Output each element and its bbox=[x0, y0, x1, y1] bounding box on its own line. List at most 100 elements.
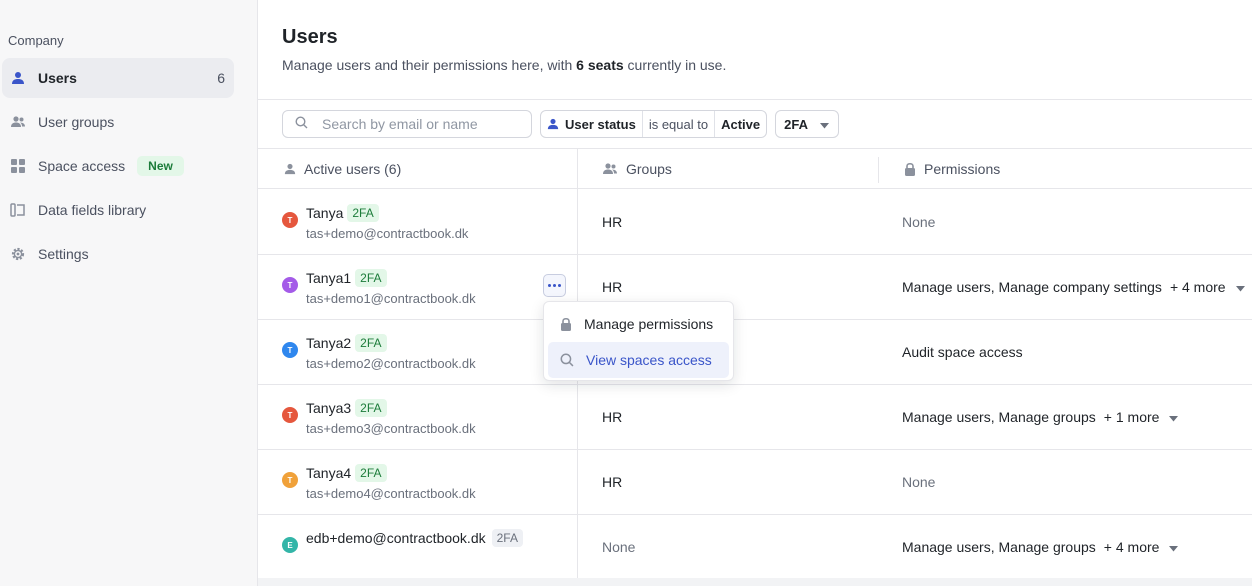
user-name-text: Tanya2 bbox=[306, 335, 352, 351]
user-email: tas+demo@contractbook.dk bbox=[306, 226, 469, 241]
search-icon bbox=[560, 353, 574, 367]
sidebar-item-user-groups[interactable]: User groups bbox=[2, 102, 234, 142]
gear-icon bbox=[10, 246, 26, 262]
permissions-cell: Audit space access bbox=[902, 344, 1023, 360]
search-input[interactable] bbox=[322, 116, 522, 132]
table-header: Active users (6) Groups Permissions bbox=[258, 149, 1252, 189]
user-email: tas+demo2@contractbook.dk bbox=[306, 356, 476, 371]
permissions-cell[interactable]: Manage users, Manage groups + 4 more bbox=[902, 515, 1179, 579]
user-status-filter[interactable]: User status is equal to Active bbox=[540, 110, 768, 138]
menu-item-view-spaces-access[interactable]: View spaces access bbox=[548, 342, 729, 378]
user-name: Tanya3 2FA bbox=[306, 399, 387, 417]
user-email: tas+demo3@contractbook.dk bbox=[306, 421, 476, 436]
avatar: T bbox=[282, 472, 298, 488]
users-count: 6 bbox=[217, 70, 225, 86]
sidebar-item-label: User groups bbox=[38, 114, 115, 130]
user-name-text: Tanya bbox=[306, 205, 344, 221]
table-row[interactable]: T Tanya1 2FA tas+demo1@contractbook.dk HR… bbox=[258, 255, 1252, 320]
groups-cell: HR bbox=[602, 214, 623, 230]
user-name: Tanya4 2FA bbox=[306, 464, 387, 482]
twofa-badge: 2FA bbox=[355, 464, 387, 482]
user-icon bbox=[284, 163, 296, 175]
page-subtitle: Manage users and their permissions here,… bbox=[282, 57, 726, 73]
column-header-groups[interactable]: Groups bbox=[602, 149, 672, 189]
users-icon bbox=[603, 163, 617, 174]
divider bbox=[258, 99, 1252, 100]
user-name: edb+demo@contractbook.dk 2FA bbox=[306, 529, 523, 547]
lock-icon bbox=[561, 317, 571, 331]
sidebar-item-label: Space access bbox=[38, 158, 126, 174]
menu-item-label: View spaces access bbox=[586, 352, 712, 368]
groups-cell: HR bbox=[602, 474, 623, 490]
column-header-label: Permissions bbox=[924, 161, 1001, 177]
user-name: Tanya1 2FA bbox=[306, 269, 387, 287]
user-name-text: Tanya3 bbox=[306, 400, 352, 416]
table-row[interactable]: T Tanya2 2FA tas+demo2@contractbook.dk Au… bbox=[258, 320, 1252, 385]
column-header-users[interactable]: Active users (6) bbox=[284, 149, 401, 189]
seats-count: 6 seats bbox=[576, 57, 624, 73]
groups-cell: None bbox=[602, 539, 636, 555]
filter-operator[interactable]: is equal to bbox=[641, 111, 714, 137]
table-row[interactable]: T Tanya3 2FA tas+demo3@contractbook.dk HR… bbox=[258, 385, 1252, 450]
lock-icon bbox=[905, 162, 915, 176]
sidebar-item-users[interactable]: Users 6 bbox=[2, 58, 234, 98]
avatar: T bbox=[282, 212, 298, 228]
user-icon bbox=[10, 70, 26, 86]
main-content: Users Manage users and their permissions… bbox=[258, 0, 1252, 586]
sidebar-item-space-access[interactable]: Space access New bbox=[2, 146, 234, 186]
more-horizontal-icon bbox=[548, 284, 561, 287]
page-title: Users bbox=[282, 26, 338, 48]
permissions-cell: None bbox=[902, 214, 936, 230]
caret-down-icon bbox=[1169, 409, 1179, 425]
user-name-text: Tanya4 bbox=[306, 465, 352, 481]
menu-item-manage-permissions[interactable]: Manage permissions bbox=[548, 306, 729, 342]
avatar: T bbox=[282, 277, 298, 293]
filter-field[interactable]: User status bbox=[541, 111, 642, 137]
user-email: tas+demo1@contractbook.dk bbox=[306, 291, 476, 306]
more-permissions: + 4 more bbox=[1169, 279, 1226, 295]
column-header-permissions[interactable]: Permissions bbox=[904, 149, 1000, 189]
twofa-filter-dropdown[interactable]: 2FA bbox=[775, 110, 839, 138]
toolbar: User status is equal to Active 2FA bbox=[282, 110, 839, 138]
sidebar-item-label: Users bbox=[38, 70, 77, 86]
table-row[interactable]: E edb+demo@contractbook.dk 2FA None Manag… bbox=[258, 515, 1252, 580]
sidebar-item-data-fields-library[interactable]: Data fields library bbox=[2, 190, 234, 230]
permissions-cell[interactable]: Manage users, Manage company settings + … bbox=[902, 255, 1245, 319]
library-icon bbox=[10, 202, 26, 218]
grid-icon bbox=[10, 158, 26, 174]
user-name: Tanya2 2FA bbox=[306, 334, 387, 352]
user-icon bbox=[547, 118, 559, 130]
menu-item-label: Manage permissions bbox=[584, 316, 714, 332]
subtitle-text: Manage users and their permissions here,… bbox=[282, 57, 577, 73]
sidebar-item-label: Data fields library bbox=[38, 202, 147, 218]
user-name-text: Tanya1 bbox=[306, 270, 352, 286]
avatar: T bbox=[282, 407, 298, 423]
twofa-badge: 2FA bbox=[355, 269, 387, 287]
table-row[interactable]: T Tanya4 2FA tas+demo4@contractbook.dk HR… bbox=[258, 450, 1252, 515]
column-divider bbox=[878, 157, 879, 183]
twofa-badge: 2FA bbox=[355, 334, 387, 352]
permissions-cell[interactable]: Manage users, Manage groups + 1 more bbox=[902, 385, 1179, 449]
caret-down-icon bbox=[1169, 539, 1179, 555]
table-row[interactable]: T Tanya 2FA tas+demo@contractbook.dk HR N… bbox=[258, 190, 1252, 255]
users-icon bbox=[10, 114, 26, 130]
search-box[interactable] bbox=[282, 110, 532, 138]
more-permissions: + 1 more bbox=[1103, 409, 1160, 425]
user-name-text: edb+demo@contractbook.dk bbox=[306, 530, 486, 546]
twofa-badge: 2FA bbox=[491, 529, 523, 547]
sidebar: Company Users 6 User groups Space access… bbox=[0, 0, 258, 586]
filter-field-label: User status bbox=[565, 116, 636, 132]
twofa-badge: 2FA bbox=[347, 204, 379, 222]
twofa-badge: 2FA bbox=[355, 399, 387, 417]
row-actions-button[interactable] bbox=[543, 274, 566, 297]
permissions-text: Manage users, Manage company settings bbox=[902, 279, 1162, 295]
subtitle-text-end: currently in use. bbox=[623, 57, 727, 73]
caret-down-icon bbox=[1235, 279, 1245, 295]
sidebar-section-label: Company bbox=[8, 33, 64, 48]
avatar: T bbox=[282, 342, 298, 358]
bottom-strip bbox=[258, 578, 1252, 586]
filter-value[interactable]: Active bbox=[714, 111, 766, 137]
sidebar-item-settings[interactable]: Settings bbox=[2, 234, 234, 274]
dropdown-label: 2FA bbox=[784, 116, 808, 132]
column-header-label: Groups bbox=[626, 161, 672, 177]
